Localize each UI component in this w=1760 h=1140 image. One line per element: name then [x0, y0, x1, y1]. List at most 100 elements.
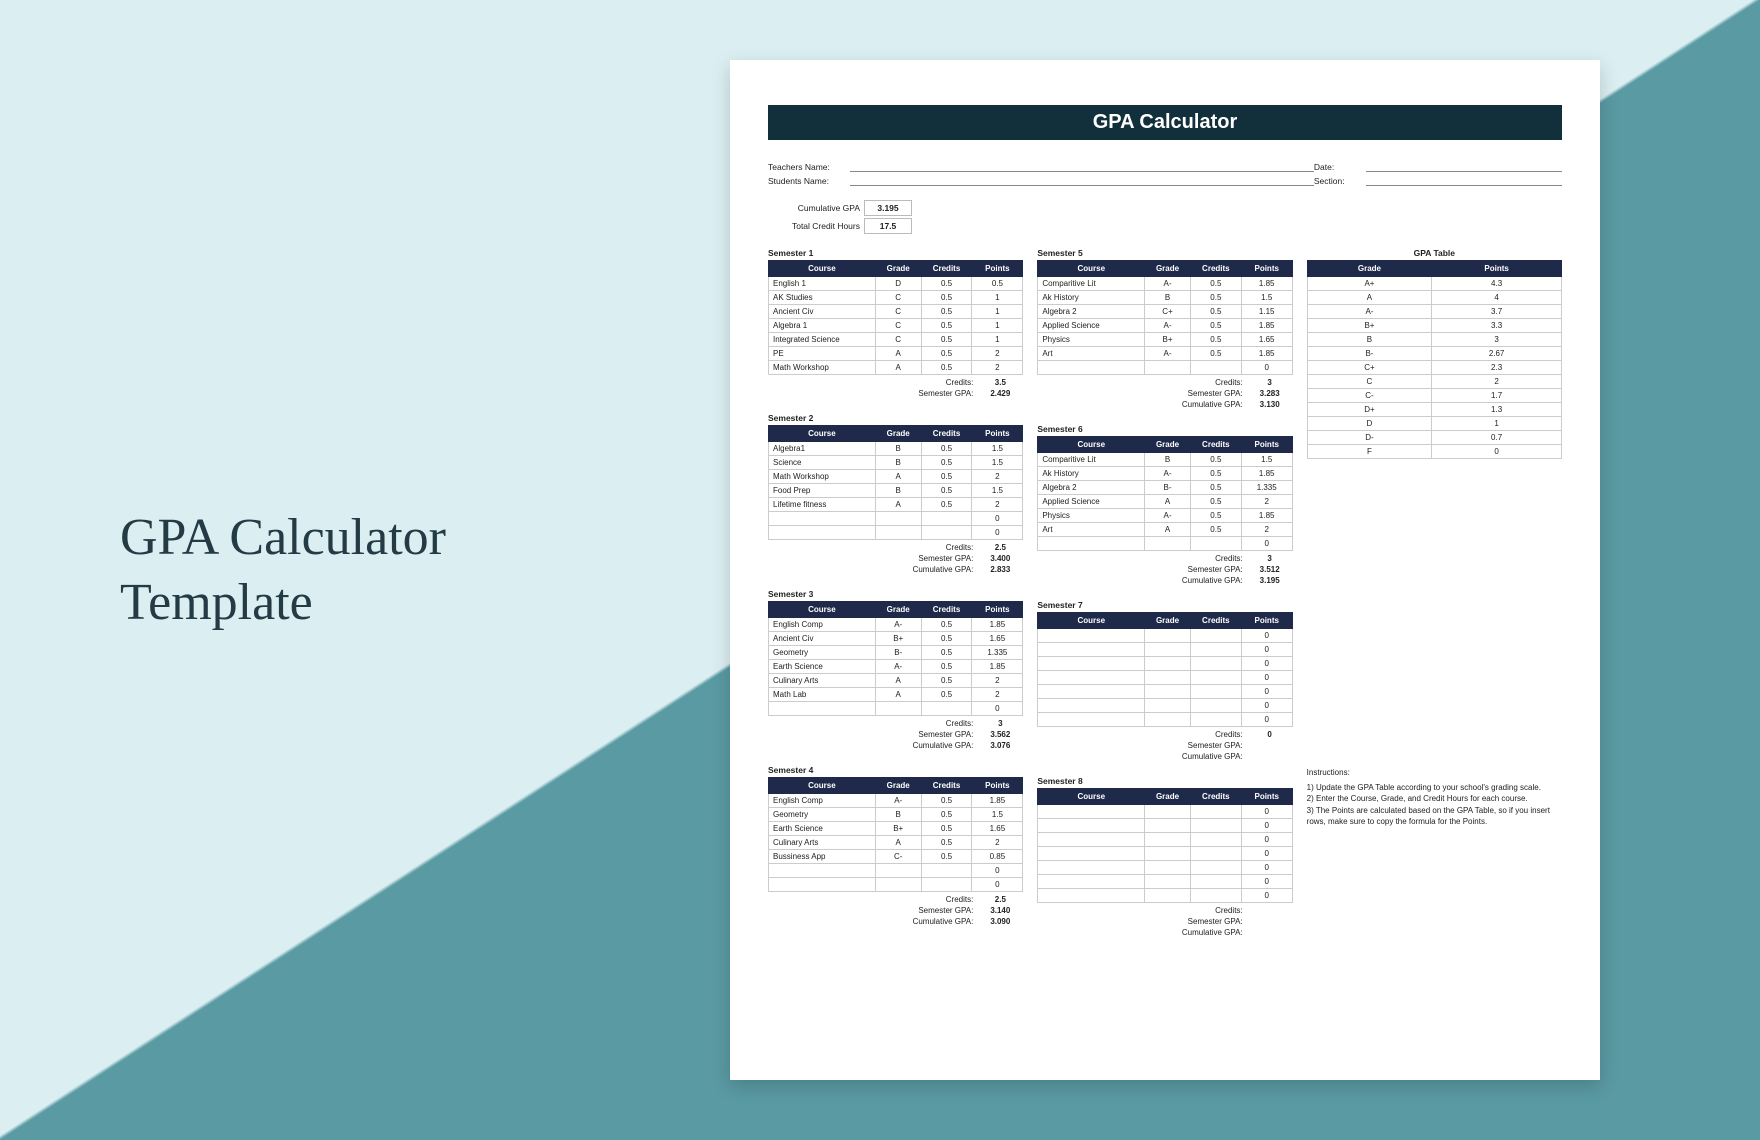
total-value	[1249, 752, 1291, 761]
cell: 1.85	[1241, 509, 1292, 523]
cell: Math Lab	[769, 688, 876, 702]
cell: English Comp	[769, 794, 876, 808]
table-row: Algebra1B0.51.5	[769, 442, 1023, 456]
total-value: 3.283	[1249, 389, 1291, 398]
table-row: Ak HistoryA-0.51.85	[1038, 467, 1292, 481]
cell: 0.5	[1190, 291, 1241, 305]
table-row: A4	[1307, 291, 1561, 305]
semester-title: Semester 2	[768, 413, 1023, 423]
total-hours-label: Total Credit Hours	[768, 221, 860, 231]
cell	[1145, 861, 1191, 875]
total-value	[1249, 741, 1291, 750]
col-header: Points	[1241, 437, 1292, 453]
cell: B	[875, 808, 921, 822]
table-row: 0	[769, 512, 1023, 526]
col-header: Points	[1241, 261, 1292, 277]
cell	[1145, 805, 1191, 819]
total-value: 2.833	[979, 565, 1021, 574]
cell: 0.5	[921, 808, 972, 822]
total-value: 3.5	[979, 378, 1021, 387]
cell: 0.5	[1190, 305, 1241, 319]
col-header: Course	[769, 602, 876, 618]
cell	[1190, 657, 1241, 671]
cell: 0	[972, 702, 1023, 716]
table-row: A+4.3	[1307, 277, 1561, 291]
col-header: Grade	[1145, 613, 1191, 629]
semester-totals: Credits:0Semester GPA:Cumulative GPA:	[1037, 729, 1292, 762]
semester-block: Semester 7CourseGradeCreditsPoints000000…	[1037, 600, 1292, 762]
cell	[1145, 685, 1191, 699]
table-row: Food PrepB0.51.5	[769, 484, 1023, 498]
doc-header: GPA Calculator	[768, 105, 1562, 140]
cell	[1145, 361, 1191, 375]
semester-title: Semester 7	[1037, 600, 1292, 610]
cell: 3.3	[1432, 319, 1562, 333]
table-row: Algebra 2C+0.51.15	[1038, 305, 1292, 319]
cell: Algebra 1	[769, 319, 876, 333]
cell: Lifetime fitness	[769, 498, 876, 512]
right-column: GPA TableGradePointsA+4.3A4A-3.7B+3.3B3B…	[1307, 248, 1562, 828]
table-row: Integrated ScienceC0.51	[769, 333, 1023, 347]
total-label: Credits:	[946, 378, 974, 387]
total-label: Semester GPA:	[918, 730, 973, 739]
gpa-table-title: GPA Table	[1307, 248, 1562, 258]
semester-table: CourseGradeCreditsPointsComparitive LitA…	[1037, 260, 1292, 375]
cell	[1190, 819, 1241, 833]
cell: 1.85	[972, 794, 1023, 808]
table-row: PhysicsB+0.51.65	[1038, 333, 1292, 347]
cell: B-	[1145, 481, 1191, 495]
col-header: Grade	[1145, 437, 1191, 453]
table-row: GeometryB-0.51.335	[769, 646, 1023, 660]
semester-title: Semester 8	[1037, 776, 1292, 786]
cell: C	[1307, 375, 1432, 389]
cell	[1190, 643, 1241, 657]
cell: 2	[1241, 523, 1292, 537]
table-row: PEA0.52	[769, 347, 1023, 361]
table-row: 0	[1038, 699, 1292, 713]
cell	[1038, 833, 1145, 847]
cell	[769, 702, 876, 716]
cell	[769, 864, 876, 878]
semester-block: Semester 5CourseGradeCreditsPointsCompar…	[1037, 248, 1292, 410]
cell: Art	[1038, 347, 1145, 361]
cell: 0	[1241, 833, 1292, 847]
cell: Integrated Science	[769, 333, 876, 347]
cell: 0.5	[921, 319, 972, 333]
semester-table: CourseGradeCreditsPoints0000000	[1037, 788, 1292, 903]
cell: Comparitive Lit	[1038, 277, 1145, 291]
cell: 0.5	[1190, 523, 1241, 537]
mid-column: Semester 5CourseGradeCreditsPointsCompar…	[1037, 248, 1292, 938]
semester-totals: Credits:3Semester GPA:3.283Cumulative GP…	[1037, 377, 1292, 410]
table-row: 0	[1038, 889, 1292, 903]
cell: 1.85	[1241, 467, 1292, 481]
table-row: Algebra 1C0.51	[769, 319, 1023, 333]
cell: 0	[1241, 713, 1292, 727]
cell: 1	[972, 319, 1023, 333]
col-header: Points	[1432, 261, 1562, 277]
table-row: 0	[1038, 629, 1292, 643]
cell	[1038, 671, 1145, 685]
table-row: 0	[1038, 819, 1292, 833]
instructions-heading: Instructions:	[1307, 767, 1562, 779]
cell: AK Studies	[769, 291, 876, 305]
cell: 0	[1241, 699, 1292, 713]
table-row: Math LabA0.52	[769, 688, 1023, 702]
cell: 1	[972, 333, 1023, 347]
cell: A	[875, 498, 921, 512]
total-label: Semester GPA:	[918, 906, 973, 915]
cell: Art	[1038, 523, 1145, 537]
semester-totals: Credits:3Semester GPA:3.562Cumulative GP…	[768, 718, 1023, 751]
cell: A-	[1145, 509, 1191, 523]
cell: A	[875, 347, 921, 361]
cell: 0.7	[1432, 431, 1562, 445]
total-value: 3.076	[979, 741, 1021, 750]
total-value	[1249, 906, 1291, 915]
semester-table: CourseGradeCreditsPointsEnglish CompA-0.…	[768, 777, 1023, 892]
cell: A-	[1145, 467, 1191, 481]
semester-block: Semester 8 CourseGradeCreditsPoints000000…	[1037, 776, 1292, 938]
cell: B+	[875, 632, 921, 646]
col-header: Credits	[921, 261, 972, 277]
cell: 0	[1241, 643, 1292, 657]
col-header: Credits	[1190, 789, 1241, 805]
table-row: C+2.3	[1307, 361, 1561, 375]
